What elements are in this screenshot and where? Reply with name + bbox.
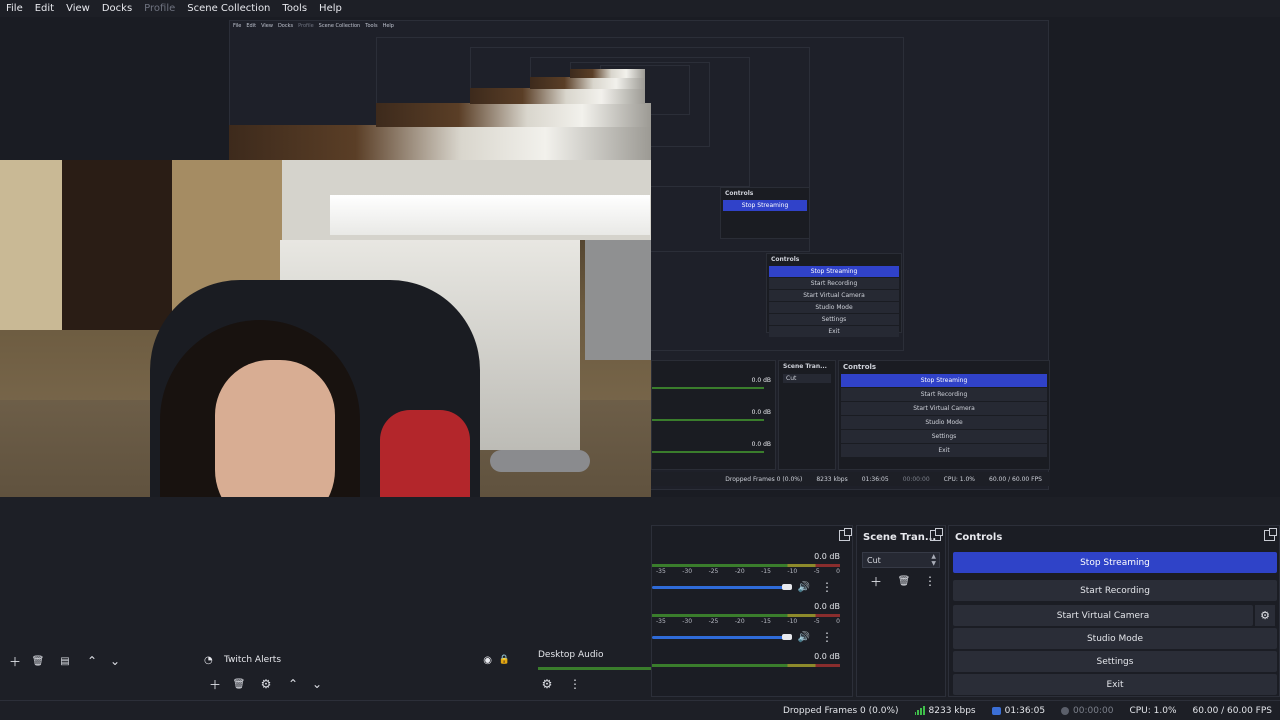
source-name: Twitch Alerts xyxy=(224,655,282,665)
dropped-frames: Dropped Frames 0 (0.0%) xyxy=(782,705,899,716)
plus-icon[interactable]: ＋ xyxy=(6,652,24,670)
exit-button[interactable]: Exit xyxy=(953,674,1277,695)
channel-2-db: 0.0 dB xyxy=(814,602,840,611)
streamer-face xyxy=(215,360,335,497)
preview-canvas[interactable]: File Edit View Docks Profile Scene Colle… xyxy=(0,17,1280,497)
chevron-updown-icon: ▲ ▼ xyxy=(931,553,936,567)
speaker-icon[interactable]: 🔊 xyxy=(795,628,813,646)
popout-icon[interactable] xyxy=(930,528,943,541)
stream-icon xyxy=(991,706,1001,715)
desktop-audio-meter xyxy=(538,667,651,670)
studio-mode-button[interactable]: Studio Mode xyxy=(953,628,1277,649)
popout-icon[interactable] xyxy=(839,528,852,541)
kebab-icon[interactable]: ⋮ xyxy=(566,675,584,693)
streamer xyxy=(120,320,440,497)
chevron-down-icon[interactable]: ⌄ xyxy=(106,652,124,670)
gear-icon[interactable]: ⚙ xyxy=(257,675,275,693)
channel-2-volume-handle[interactable] xyxy=(782,634,792,640)
cpu-usage: CPU: 1.0% xyxy=(1129,705,1177,716)
start-recording-button[interactable]: Start Recording xyxy=(953,580,1277,601)
menu-view[interactable]: View xyxy=(60,3,96,14)
scene-transitions-dock: Scene Tran... Cut ▲ ▼ ＋ 🗑 ⋮ xyxy=(856,525,946,697)
signal-icon xyxy=(914,706,925,715)
channel-1-volume-handle[interactable] xyxy=(782,584,792,590)
stop-streaming-button[interactable]: Stop Streaming xyxy=(953,552,1277,573)
gear-icon[interactable]: ⚙ xyxy=(538,675,556,693)
doorway xyxy=(62,160,172,330)
channel-2-volume-slider[interactable] xyxy=(652,636,786,639)
kebab-icon[interactable]: ⋮ xyxy=(921,572,939,590)
nested-menu-bar: File Edit View Docks Profile Scene Colle… xyxy=(233,23,394,29)
source-icon: ◔ xyxy=(204,654,213,666)
trash-icon[interactable]: 🗑 xyxy=(230,675,248,693)
menu-profile[interactable]: Profile xyxy=(138,3,181,14)
nested-controls-small: Controls Stop Streaming xyxy=(720,187,810,239)
trash-icon[interactable]: 🗑 xyxy=(895,572,913,590)
menu-bar: File Edit View Docks Profile Scene Colle… xyxy=(0,0,1280,17)
nested-controls-medium: Controls Stop Streaming Start Recording … xyxy=(766,253,902,337)
menu-file[interactable]: File xyxy=(0,3,29,14)
dock-area: 0.0 dB -35 -30 -25 -20 -15 -10 -5 0 🔊 ⋮ … xyxy=(0,497,1280,700)
desktop-audio-label: Desktop Audio xyxy=(538,650,604,660)
channel-1-scale: -35 -30 -25 -20 -15 -10 -5 0 xyxy=(656,568,840,575)
settings-button[interactable]: Settings xyxy=(953,651,1277,672)
menu-tools[interactable]: Tools xyxy=(276,3,313,14)
eye-icon[interactable]: ◉ xyxy=(483,655,492,666)
nested-webcam-4 xyxy=(530,77,645,89)
record-icon xyxy=(1061,706,1070,715)
nested-controls-large: Controls Stop Streaming Start Recording … xyxy=(838,360,1050,470)
webcam-source[interactable] xyxy=(0,160,651,497)
channel-2-scale: -35 -30 -25 -20 -15 -10 -5 0 xyxy=(656,618,840,625)
trash-icon[interactable]: 🗑 xyxy=(29,652,47,670)
chevron-up-icon[interactable]: ⌃ xyxy=(284,675,302,693)
controls-title: Controls xyxy=(955,532,1003,543)
sources-list-item[interactable]: ◔ Twitch Alerts ◉ 🔒 xyxy=(204,650,524,670)
kitchen-lights xyxy=(330,195,650,235)
lock-icon[interactable]: 🔒 xyxy=(499,655,510,665)
audio-mixer-dock: 0.0 dB -35 -30 -25 -20 -15 -10 -5 0 🔊 ⋮ … xyxy=(651,525,853,697)
record-time: 00:00:00 xyxy=(1061,706,1113,716)
scene-transitions-title: Scene Tran... xyxy=(863,532,937,543)
status-bar: Dropped Frames 0 (0.0%) 8233 kbps 01:36:… xyxy=(0,700,1280,720)
kebab-icon[interactable]: ⋮ xyxy=(818,628,836,646)
speaker-icon[interactable]: 🔊 xyxy=(795,578,813,596)
channel-1-meter xyxy=(652,564,840,567)
popout-icon[interactable] xyxy=(1264,528,1277,541)
wall xyxy=(0,160,70,330)
bitrate: 8233 kbps xyxy=(914,706,976,716)
stove xyxy=(585,240,651,360)
nested-webcam-1 xyxy=(229,125,651,161)
nested-webcam-5 xyxy=(570,69,645,78)
plus-icon[interactable]: ＋ xyxy=(206,675,224,693)
filter-icon[interactable]: ▤ xyxy=(56,652,74,670)
channel-1-db: 0.0 dB xyxy=(814,552,840,561)
menu-help[interactable]: Help xyxy=(313,3,348,14)
nested-webcam-3 xyxy=(470,88,645,104)
pet-bowls xyxy=(490,450,590,472)
menu-scene-collection[interactable]: Scene Collection xyxy=(181,3,276,14)
chevron-up-icon[interactable]: ⌃ xyxy=(83,652,101,670)
channel-1-volume-slider[interactable] xyxy=(652,586,786,589)
plus-icon[interactable]: ＋ xyxy=(867,572,885,590)
menu-edit[interactable]: Edit xyxy=(29,3,60,14)
gear-icon[interactable]: ⚙ xyxy=(1255,605,1275,626)
chevron-down-icon[interactable]: ⌄ xyxy=(308,675,326,693)
nested-webcam-2 xyxy=(376,103,651,127)
transition-select[interactable]: Cut ▲ ▼ xyxy=(862,552,940,568)
start-virtual-camera-button[interactable]: Start Virtual Camera xyxy=(953,605,1253,626)
fps: 60.00 / 60.00 FPS xyxy=(1192,705,1272,716)
stream-time: 01:36:05 xyxy=(991,706,1045,716)
nested-statusbar: Dropped Frames 0 (0.0%) 8233 kbps 01:36:… xyxy=(651,472,1050,486)
kebab-icon[interactable]: ⋮ xyxy=(818,578,836,596)
nested-audio-mixer: 0.0 dB 0.0 dB 0.0 dB xyxy=(651,360,776,470)
menu-docks[interactable]: Docks xyxy=(96,3,138,14)
channel-3-db: 0.0 dB xyxy=(814,652,840,661)
channel-2-meter xyxy=(652,614,840,617)
nested-transitions: Scene Tran... Cut xyxy=(778,360,836,470)
channel-3-meter xyxy=(652,664,840,667)
controls-dock: Controls Stop Streaming Start Recording … xyxy=(948,525,1280,697)
